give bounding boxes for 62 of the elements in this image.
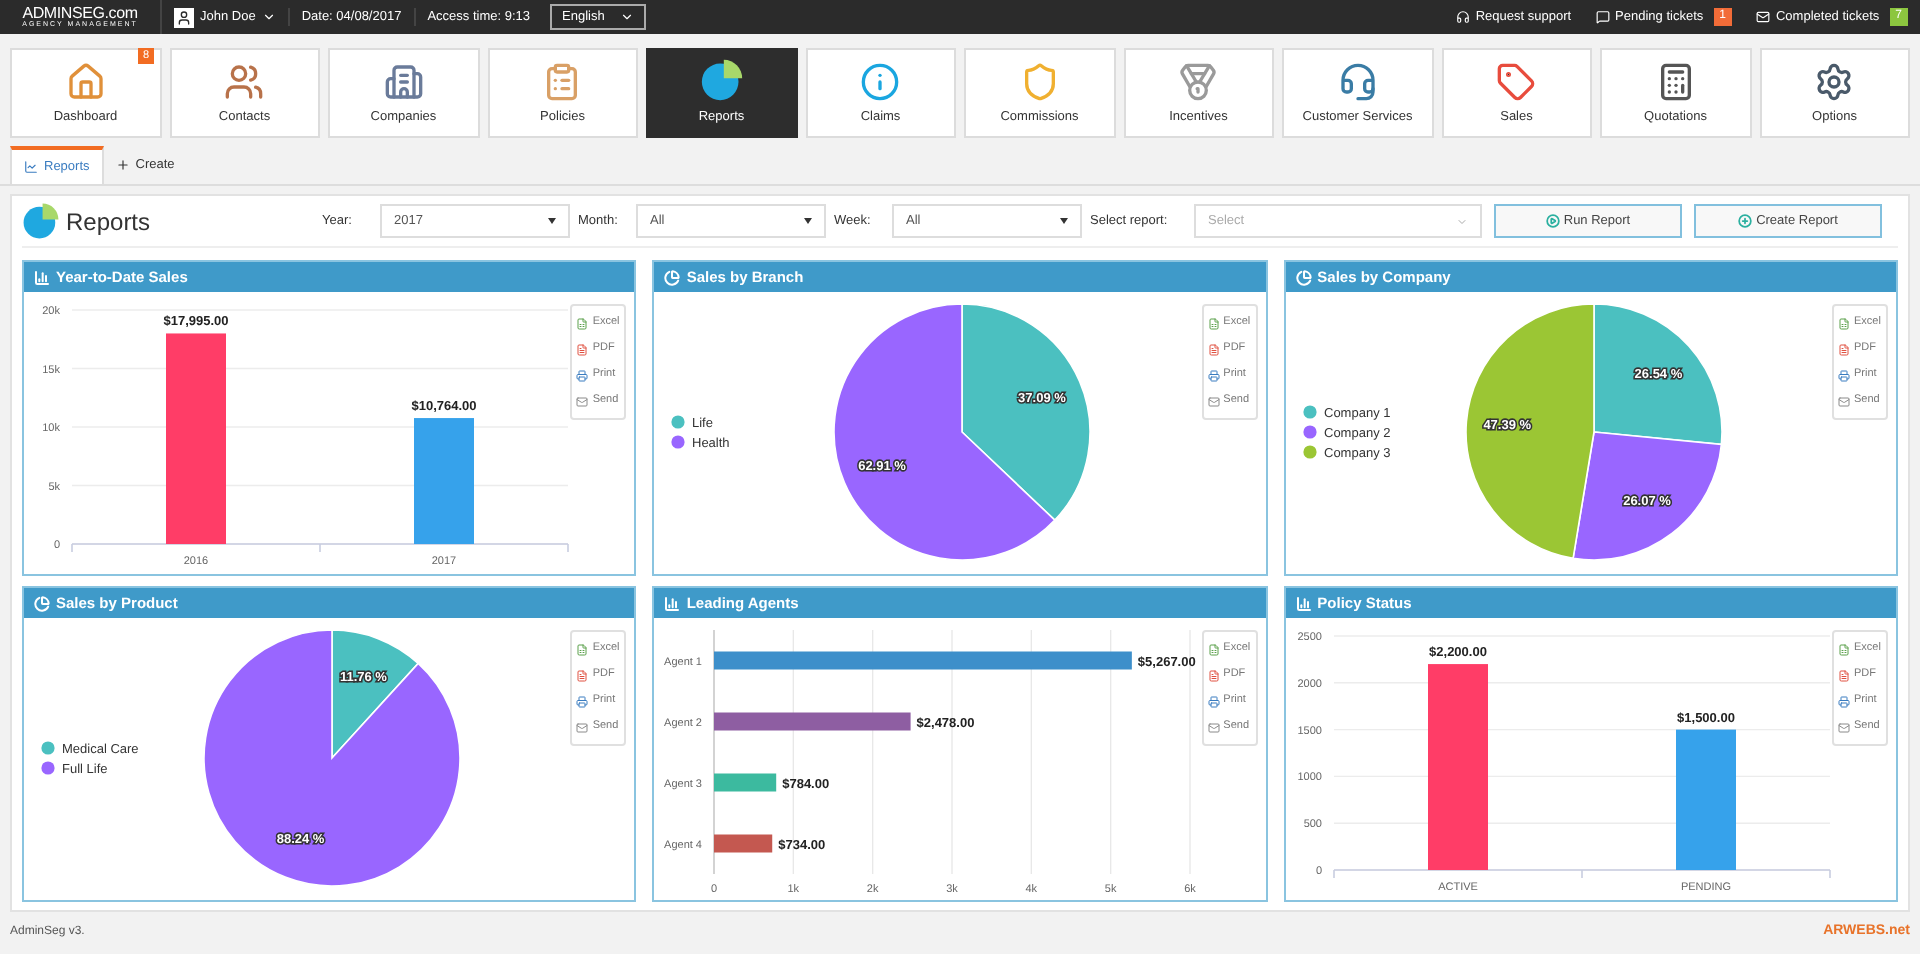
play-icon [1545,214,1560,228]
mail-icon [1207,721,1220,733]
printer-icon [1838,369,1850,381]
mail-icon [1838,395,1850,407]
document-icon [1207,343,1220,355]
spreadsheet-icon [1838,317,1850,329]
people-icon [224,62,265,103]
chart-bar [414,418,474,544]
spreadsheet-icon [576,317,589,329]
bar-chart-icon [1295,595,1312,611]
mail-icon [1207,395,1220,407]
spreadsheet-icon [1207,643,1220,655]
pie-chart-icon [699,58,744,103]
printer-icon [576,369,589,381]
chart-bar [1675,729,1736,870]
headphones-icon [1455,10,1470,24]
caret-icon [1060,218,1068,224]
pie-chart-icon [34,595,50,611]
plus-icon [1738,214,1753,228]
page-title: Reports [66,205,153,239]
mail-icon [576,721,589,733]
chat-icon [1595,10,1610,24]
bar-chart-icon [664,595,681,611]
bar-chart-icon [34,269,50,285]
caret-icon [804,218,812,224]
house-icon [65,62,106,103]
mail-icon [1755,10,1770,24]
medal-icon [1178,62,1219,103]
printer-icon [1207,695,1220,707]
mail-icon [1838,721,1850,733]
pie-chart-icon [1295,269,1312,285]
pie-chart-icon [664,269,681,285]
mail-icon [576,395,589,407]
tag-icon [1496,62,1537,103]
headset-icon [1337,62,1378,103]
info-icon [860,62,901,103]
line-chart-icon [24,160,38,174]
shield-icon [1019,62,1060,103]
spreadsheet-icon [1207,317,1220,329]
user-avatar-icon [174,7,194,27]
spreadsheet-icon [576,643,589,655]
printer-icon [1838,695,1850,707]
clipboard-icon [542,62,583,103]
building-icon [383,62,424,103]
printer-icon [576,695,589,707]
chart-bar [714,773,777,792]
spreadsheet-icon [1838,643,1850,655]
document-icon [576,669,589,681]
settings-icon [1814,62,1855,103]
document-icon [1207,669,1220,681]
document-icon [576,343,589,355]
caret-icon [1456,215,1468,227]
plus-icon [115,158,130,172]
document-icon [1838,343,1850,355]
caret-icon [548,218,556,224]
calculator-icon [1655,62,1696,103]
printer-icon [1207,369,1220,381]
document-icon [1838,669,1850,681]
caret-icon [261,10,276,24]
caret-icon [620,10,635,24]
pie-chart-icon [22,202,60,240]
chart-bar [714,834,773,853]
